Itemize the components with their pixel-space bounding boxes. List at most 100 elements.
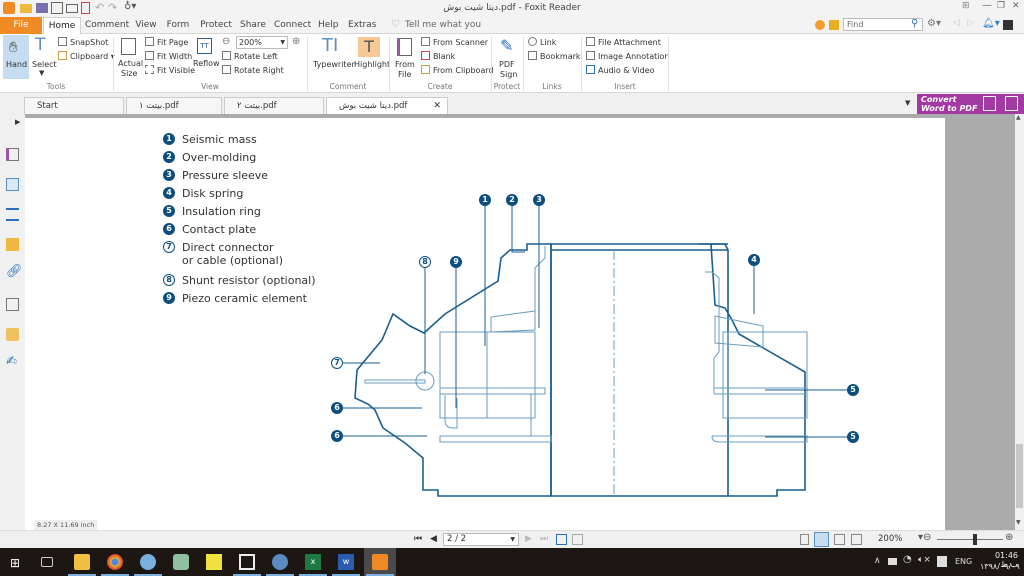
doc-tab-start[interactable]: Start [24,97,124,114]
tab-comment[interactable]: Comment [85,17,129,34]
prev-icon[interactable]: ◁ [953,18,960,28]
signature-icon[interactable] [6,298,19,311]
undo-icon[interactable]: ↶ [95,1,104,14]
bookmark-button[interactable]: Bookmark [528,51,581,61]
find-settings-icon[interactable] [829,20,839,30]
scroll-up-icon[interactable]: ▲ [1016,114,1023,122]
comments-icon[interactable] [6,238,19,251]
typewriter-button[interactable]: TI Typewriter [312,35,355,75]
doc-tab-1[interactable]: بیتت ۱.pdf [126,97,222,114]
tab-connect[interactable]: Connect [274,17,311,34]
volume-muted-icon[interactable]: 🔈︎× [918,555,931,565]
from-clipboard-button[interactable]: From Clipboard [421,65,494,75]
pdf-sign-button[interactable]: ✎ PDF Sign [495,35,519,81]
open-icon[interactable] [20,4,32,13]
expand-panel-icon[interactable]: ▶ [15,118,20,126]
convert-word-banner[interactable]: Convert Word to PDF [917,94,1024,114]
doc-tab-active[interactable]: دیتا شیت بوش.pdf ✕ [326,97,448,114]
ribbon-options-icon[interactable]: ⊞ [962,1,970,11]
zoom-in-icon[interactable]: ⊕ [292,36,300,47]
zoom-out-button[interactable]: ▾⊖ [918,532,931,543]
new-icon[interactable] [81,2,90,14]
tab-file[interactable]: File [0,17,42,34]
tab-extras[interactable]: Extras [348,17,376,34]
pages-icon[interactable] [6,178,19,191]
snapshot-button[interactable]: SnapShot [58,37,108,47]
from-file-button[interactable]: From File [393,35,417,81]
chrome-icon[interactable] [107,554,123,570]
vertical-scrollbar[interactable]: ▲ ▼ [1015,114,1024,530]
tab-protect[interactable]: Protect [198,17,234,34]
page-number-input[interactable]: 2 / 2 ▼ [443,533,519,546]
attachments-icon[interactable]: 🔗︎ [6,264,23,279]
tab-view[interactable]: View [131,17,161,34]
windows-start-icon[interactable]: ⊞ [10,556,20,570]
last-page-button[interactable]: ⏭ [540,534,548,544]
photos-icon[interactable] [173,554,189,570]
facing-view-icon[interactable] [834,534,845,545]
excel-icon[interactable]: x [305,554,321,570]
calendar-icon[interactable] [239,554,255,570]
fit-width-button[interactable]: Fit Width [145,51,192,61]
tell-me-input[interactable]: Tell me what you want tc [405,17,500,47]
zoom-select[interactable]: 200% ▼ [236,36,288,49]
document-viewport[interactable]: 1 Seismic mass 2 Over-molding 3 Pressure slee… [25,114,1015,530]
next-view-icon[interactable] [572,534,583,545]
close-button[interactable]: ✕ [1012,1,1020,11]
rotate-right-button[interactable]: Rotate Right [222,65,284,75]
search-icon[interactable]: ⚲ [911,18,918,29]
browser-icon[interactable] [140,554,156,570]
tab-list-dropdown[interactable]: ▼ [905,99,910,107]
gear-icon[interactable]: ⚙▾ [927,18,941,29]
zoom-slider-thumb[interactable] [973,534,977,545]
actual-size-button[interactable]: Actual Size [117,35,143,81]
redo-icon[interactable]: ↷ [108,1,117,14]
media-icon[interactable] [272,554,288,570]
rotate-left-button[interactable]: Rotate Left [222,51,278,61]
scan-icon[interactable] [66,4,78,13]
minimize-button[interactable]: — [982,0,992,11]
first-page-button[interactable]: ⏮ [414,534,422,544]
hand-dropdown-icon[interactable]: ♁▾ [124,1,136,12]
next-page-button[interactable]: ▶ [525,534,532,544]
language-indicator[interactable]: ENG [955,557,972,566]
restore-button[interactable]: ❐ [997,1,1005,11]
fit-page-button[interactable]: Fit Page [145,37,188,47]
clipboard-button[interactable]: Clipboard ▾ [58,51,115,61]
highlight-button[interactable]: T Highlight [353,35,390,75]
digital-id-icon[interactable]: ✍︎ [6,354,17,369]
lock-icon[interactable] [6,328,19,341]
blank-button[interactable]: Blank [421,51,455,61]
word-icon[interactable]: w [338,554,354,570]
link-button[interactable]: Link [528,37,556,47]
continuous-facing-view-icon[interactable] [851,534,862,545]
file-explorer-icon[interactable] [74,554,90,570]
print-icon[interactable] [51,2,63,14]
zoom-slider-track[interactable] [937,539,1003,540]
previous-page-button[interactable]: ◀ [430,534,437,544]
page-thumbnails-icon[interactable] [6,148,19,161]
bell-icon[interactable]: 🔔︎▾ [982,18,1000,29]
wifi-icon[interactable]: ◔ [903,554,912,565]
save-icon[interactable] [36,3,48,13]
battery-icon[interactable] [888,558,897,565]
tab-help[interactable]: Help [318,17,339,34]
user-icon[interactable] [1003,20,1013,30]
scroll-down-icon[interactable]: ▼ [1016,519,1023,527]
favorites-icon[interactable] [815,20,825,30]
next-icon[interactable]: ▷ [967,18,974,28]
sticky-notes-icon[interactable] [206,554,222,570]
continuous-view-icon[interactable] [814,532,829,547]
tab-form[interactable]: Form [165,17,191,34]
select-button[interactable]: T Select ▼ [32,35,57,79]
tab-share[interactable]: Share [239,17,267,34]
scroll-thumb[interactable] [1016,444,1023,508]
tab-home[interactable]: Home [43,17,81,35]
image-annotation-button[interactable]: Image Annotation [586,51,669,61]
action-center-icon[interactable] [937,556,947,567]
clock-date[interactable]: ۱۳۹۸/۰۹/۰۹ [980,562,1020,571]
close-tab-icon[interactable]: ✕ [433,98,441,114]
layers-icon[interactable] [6,208,19,221]
single-page-view-icon[interactable] [800,534,809,545]
audio-video-button[interactable]: Audio & Video [586,65,654,75]
